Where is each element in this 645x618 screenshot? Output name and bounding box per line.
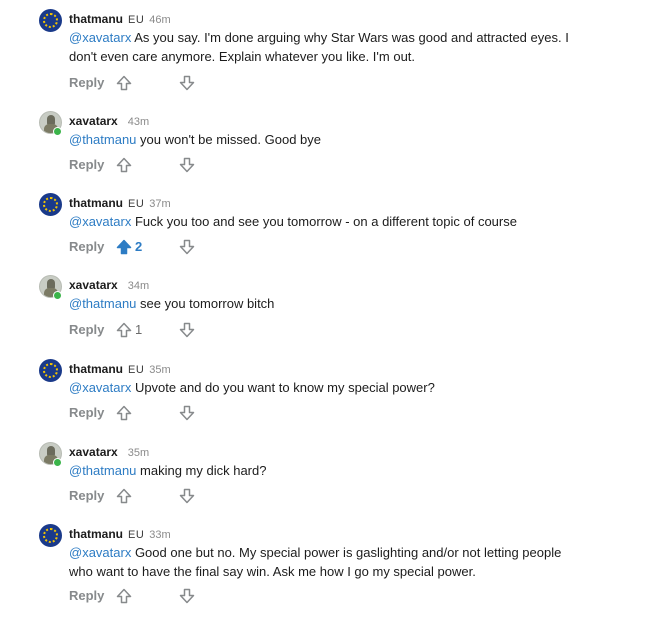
user-mention-link[interactable]: @thatmanu <box>69 463 136 478</box>
user-flair: EU <box>128 529 145 541</box>
downvote-arrow-icon[interactable] <box>179 588 195 604</box>
user-mention-link[interactable]: @thatmanu <box>69 132 136 147</box>
upvote-arrow-icon[interactable] <box>116 322 132 338</box>
comment-header: xavatarx 34m <box>69 277 149 294</box>
reply-button[interactable]: Reply <box>69 404 104 422</box>
username[interactable]: thatmanu <box>69 362 123 376</box>
upvote-arrow-icon[interactable] <box>116 588 132 604</box>
downvote-arrow-icon[interactable] <box>179 405 195 421</box>
timestamp[interactable]: 34m <box>128 280 149 292</box>
username[interactable]: thatmanu <box>69 527 123 541</box>
upvote-arrow-icon[interactable] <box>116 75 132 91</box>
timestamp[interactable]: 35m <box>128 447 149 459</box>
comment-body: @xavatarx Fuck you too and see you tomor… <box>69 212 569 231</box>
username[interactable]: xavatarx <box>69 445 118 459</box>
timestamp[interactable]: 43m <box>128 116 149 128</box>
comment-text: Good one but no. My special power is gas… <box>69 545 562 579</box>
upvote-arrow-icon[interactable] <box>116 405 132 421</box>
reply-button[interactable]: Reply <box>69 487 104 505</box>
comment-text: making my dick hard? <box>136 463 267 478</box>
username[interactable]: xavatarx <box>69 114 118 128</box>
user-mention-link[interactable]: @xavatarx <box>69 380 131 395</box>
reply-button[interactable]: Reply <box>69 74 104 92</box>
comment-body: @thatmanu see you tomorrow bitch <box>69 294 569 313</box>
comment-body: @thatmanu making my dick hard? <box>69 461 569 480</box>
comment-thread: thatmanu EU 46m @xavatarx As you say. I'm … <box>0 0 645 618</box>
comment-text: see you tomorrow bitch <box>136 296 275 311</box>
comment-text: As you say. I'm done arguing why Star Wa… <box>69 30 569 64</box>
username[interactable]: thatmanu <box>69 196 123 210</box>
user-mention-link[interactable]: @xavatarx <box>69 30 131 45</box>
user-flair: EU <box>128 14 145 26</box>
user-mention-link[interactable]: @xavatarx <box>69 214 131 229</box>
downvote-arrow-icon[interactable] <box>179 488 195 504</box>
vote-score: 1 <box>135 322 143 337</box>
downvote-arrow-icon[interactable] <box>179 322 195 338</box>
timestamp[interactable]: 35m <box>149 364 170 376</box>
downvote-arrow-icon[interactable] <box>179 75 195 91</box>
user-flair: EU <box>128 198 145 210</box>
downvote-arrow-icon[interactable] <box>179 157 195 173</box>
comment-text: Fuck you too and see you tomorrow - on a… <box>131 214 517 229</box>
comment-text: Upvote and do you want to know my specia… <box>131 380 435 395</box>
comment-body: @xavatarx Good one but no. My special po… <box>69 543 569 581</box>
online-status-dot <box>53 291 62 300</box>
comment-header: xavatarx 43m <box>69 113 149 130</box>
comment-header: thatmanu EU 33m <box>69 526 171 543</box>
username[interactable]: xavatarx <box>69 278 118 292</box>
user-mention-link[interactable]: @xavatarx <box>69 545 131 560</box>
reply-button[interactable]: Reply <box>69 587 104 605</box>
comment-body: @thatmanu you won't be missed. Good bye <box>69 130 569 149</box>
reply-button[interactable]: Reply <box>69 238 104 256</box>
eu-flag-avatar[interactable] <box>39 359 62 382</box>
upvote-arrow-icon[interactable] <box>116 488 132 504</box>
vote-score: 2 <box>135 239 143 254</box>
comment-body: @xavatarx As you say. I'm done arguing w… <box>69 28 569 66</box>
comment-header: thatmanu EU 46m <box>69 11 171 28</box>
upvote-arrow-icon[interactable] <box>116 157 132 173</box>
comment-header: xavatarx 35m <box>69 444 149 461</box>
reply-button[interactable]: Reply <box>69 321 104 339</box>
comment-header: thatmanu EU 37m <box>69 195 171 212</box>
comment-text: you won't be missed. Good bye <box>136 132 321 147</box>
online-status-dot <box>53 458 62 467</box>
upvote-arrow-icon[interactable] <box>116 239 132 255</box>
eu-flag-avatar[interactable] <box>39 193 62 216</box>
user-flair: EU <box>128 364 145 376</box>
user-mention-link[interactable]: @thatmanu <box>69 296 136 311</box>
username[interactable]: thatmanu <box>69 12 123 26</box>
eu-flag-avatar[interactable] <box>39 524 62 547</box>
comment-body: @xavatarx Upvote and do you want to know… <box>69 378 569 397</box>
comment-header: thatmanu EU 35m <box>69 361 171 378</box>
eu-flag-avatar[interactable] <box>39 9 62 32</box>
timestamp[interactable]: 37m <box>149 198 170 210</box>
timestamp[interactable]: 46m <box>149 14 170 26</box>
online-status-dot <box>53 127 62 136</box>
timestamp[interactable]: 33m <box>149 529 170 541</box>
downvote-arrow-icon[interactable] <box>179 239 195 255</box>
reply-button[interactable]: Reply <box>69 156 104 174</box>
